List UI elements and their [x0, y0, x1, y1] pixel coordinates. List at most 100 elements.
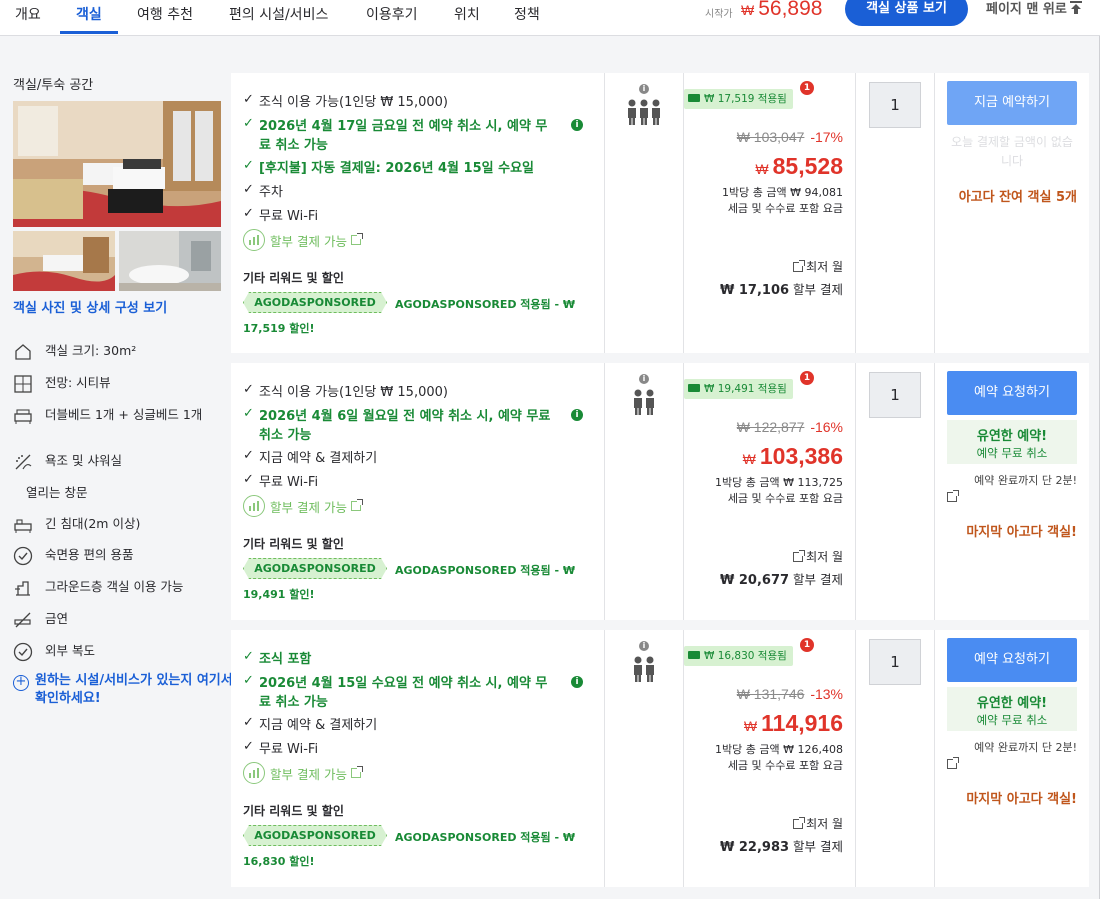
- installment-link[interactable]: 할부 결제 가능: [243, 229, 364, 251]
- window-view-icon: [14, 375, 32, 393]
- installment-link[interactable]: 할부 결제 가능: [243, 495, 364, 517]
- feature-beds: 더블베드 1개 + 싱글베드 1개: [13, 406, 218, 426]
- no-payment-today-note: 오늘 결제할 금액이 없습니다: [951, 135, 1073, 168]
- coupon-applied-badge[interactable]: ₩ 16,830 적용됨: [684, 646, 793, 666]
- info-icon[interactable]: i: [639, 84, 649, 94]
- benefit-item: ✓ 지금 예약 & 결제하기: [243, 715, 378, 733]
- monthly-min-label: 최저 월: [793, 258, 843, 275]
- other-rewards-label: 기타 리워드 및 할인: [243, 537, 344, 551]
- rooms-left-notice: 아고다 잔여 객실 5개: [958, 190, 1077, 205]
- flexible-booking-box: 유연한 예약! 예약 무료 취소: [947, 420, 1077, 464]
- tab-recommendations[interactable]: 여행 추천: [137, 4, 193, 24]
- back-to-top-link[interactable]: 페이지 맨 위로: [986, 0, 1082, 17]
- benefit-item: ✓ 주차: [243, 182, 283, 200]
- sponsor-tag: AGODASPONSORED: [243, 558, 387, 579]
- feature-room-size: 객실 크기: 30m²: [13, 342, 136, 362]
- room-offer-2: ✓ 조식 이용 가능(1인당 ₩ 15,000) ✓ 2026년 4월 6일 월요일…: [231, 363, 1089, 620]
- benefit-item: ✓ 조식 이용 가능(1인당 ₩ 15,000): [243, 382, 448, 400]
- monthly-min-label: 최저 월: [793, 815, 843, 832]
- view-room-offers-button[interactable]: 객실 상품 보기: [845, 0, 968, 26]
- coupon-icon: [688, 94, 700, 102]
- checkmark-icon: ✓: [243, 739, 254, 754]
- sponsor-discount: AGODASPONSORED 적용됨 - ₩: [395, 564, 576, 577]
- benefit-free-cancellation: ✓ 2026년 4월 15일 수요일 전 예약 취소 시, 예약 무료 취소 가능…: [243, 672, 595, 710]
- benefit-item: ✓ 무료 Wi-Fi: [243, 206, 319, 224]
- checkmark-icon: ✓: [243, 158, 254, 173]
- checkmark-icon: ✓: [243, 182, 254, 197]
- no-smoking-icon: [14, 612, 31, 628]
- start-price: ₩56,898: [741, 0, 823, 20]
- benefit-item: ✓ 무료 Wi-Fi: [243, 739, 319, 757]
- ground-floor-icon: [15, 581, 30, 596]
- sponsor-discount: AGODASPONSORED 적용됨 - ₩: [395, 298, 576, 311]
- benefit-breakfast-included: ✓ 조식 포함: [243, 649, 312, 667]
- checkmark-icon: ✓: [243, 406, 254, 421]
- checkmark-icon: ✓: [243, 382, 254, 397]
- monthly-installment: ₩ 17,106 할부 결제: [720, 282, 843, 298]
- room-photo-thumb-2[interactable]: [119, 231, 221, 291]
- coupon-icon: [688, 384, 700, 392]
- occupancy-icon: [633, 656, 655, 682]
- booking-time-note: 예약 완료까지 단 2분!: [947, 740, 1077, 769]
- external-link-icon: [793, 817, 806, 829]
- other-rewards-label: 기타 리워드 및 할인: [243, 271, 344, 285]
- info-icon[interactable]: i: [639, 641, 649, 651]
- checkmark-icon: ✓: [243, 206, 254, 221]
- info-icon[interactable]: i: [571, 409, 583, 421]
- bed-icon: [14, 409, 32, 424]
- info-icon[interactable]: i: [639, 374, 649, 384]
- checkmark-icon: ✓: [243, 673, 254, 688]
- room-quantity-select[interactable]: 1: [869, 639, 921, 685]
- benefit-pay-later: ✓ [후지불] 자동 결제일: 2026년 4월 15일 수요일: [243, 158, 534, 176]
- room-photo-thumb-1[interactable]: [13, 231, 115, 291]
- tab-location[interactable]: 위치: [454, 4, 480, 24]
- monthly-min-label: 최저 월: [793, 548, 843, 565]
- arrow-up-icon: [1069, 1, 1082, 14]
- coupon-applied-badge[interactable]: ₩ 17,519 적용됨: [684, 89, 793, 109]
- shower-icon: [15, 454, 32, 470]
- original-price: ₩ 131,746 -13%: [736, 686, 843, 702]
- notification-badge: 1: [800, 371, 814, 385]
- tab-facilities[interactable]: 편의 시설/서비스: [229, 4, 328, 24]
- occupancy-icon: [627, 99, 661, 125]
- book-now-button[interactable]: 지금 예약하기: [947, 81, 1077, 125]
- top-navigation: 개요 객실 여행 추천 편의 시설/서비스 이용후기 위치 정책 시작가 ₩56…: [0, 0, 1100, 36]
- other-rewards-label: 기타 리워드 및 할인: [243, 804, 344, 818]
- final-price: ₩114,916: [743, 710, 843, 736]
- checkmark-icon: ✓: [243, 116, 254, 131]
- request-booking-button[interactable]: 예약 요청하기: [947, 638, 1077, 682]
- tab-reviews[interactable]: 이용후기: [366, 4, 418, 24]
- monthly-installment: ₩ 20,677 할부 결제: [720, 572, 843, 588]
- sponsor-discount-amount: 17,519 할인!: [243, 322, 315, 335]
- checkmark-icon: ✓: [243, 715, 254, 730]
- sponsor-discount: AGODASPONSORED 적용됨 - ₩: [395, 831, 576, 844]
- external-link-icon: [947, 757, 959, 769]
- external-link-icon: [350, 233, 363, 245]
- sponsor-tag: AGODASPONSORED: [243, 292, 387, 313]
- monthly-installment: ₩ 22,983 할부 결제: [720, 839, 843, 855]
- check-circle-icon: [13, 546, 33, 566]
- ask-facility-link[interactable]: + 원하는 시설/서비스가 있는지 여기서 확인하세요!: [13, 672, 235, 708]
- room-photo-main[interactable]: [13, 101, 221, 227]
- per-night-total: 1박당 총 금액 ₩ 113,725 세금 및 수수료 포함 요금: [715, 476, 843, 505]
- feature-external-corridor: 외부 복도: [13, 642, 95, 662]
- checkmark-icon: ✓: [243, 448, 254, 463]
- long-bed-icon: [14, 519, 32, 533]
- sponsor-discount-amount: 19,491 할인!: [243, 588, 315, 601]
- feature-window: 열리는 창문: [26, 485, 88, 500]
- coupon-applied-badge[interactable]: ₩ 19,491 적용됨: [684, 379, 793, 399]
- tab-overview[interactable]: 개요: [15, 4, 41, 24]
- info-icon[interactable]: i: [571, 119, 583, 131]
- request-booking-button[interactable]: 예약 요청하기: [947, 371, 1077, 415]
- room-quantity-select[interactable]: 1: [869, 82, 921, 128]
- room-photos-link[interactable]: 객실 사진 및 상세 구성 보기: [13, 297, 167, 316]
- room-quantity-select[interactable]: 1: [869, 372, 921, 418]
- info-icon[interactable]: i: [571, 676, 583, 688]
- installment-link[interactable]: 할부 결제 가능: [243, 762, 364, 784]
- tab-rooms[interactable]: 객실: [76, 4, 102, 24]
- room-offer-1: ✓ 조식 이용 가능(1인당 ₩ 15,000) ✓ 2026년 4월 17일 금요…: [231, 73, 1089, 353]
- tab-policies[interactable]: 정책: [514, 4, 540, 24]
- original-price: ₩ 122,877 -16%: [736, 419, 843, 435]
- room-offer-3: ✓ 조식 포함 ✓ 2026년 4월 15일 수요일 전 예약 취소 시, 예약 무…: [231, 630, 1089, 887]
- feature-non-smoking: 금연: [13, 610, 68, 630]
